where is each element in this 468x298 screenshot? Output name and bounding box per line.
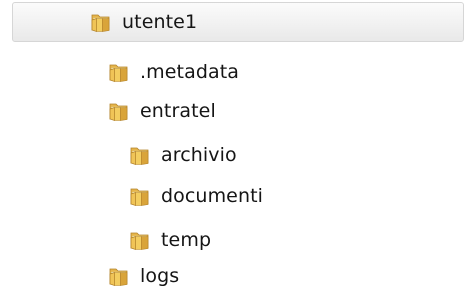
- folder-tree: utente1 .metadata entratel archivio docu…: [0, 0, 468, 298]
- tree-item-label: archivio: [161, 144, 237, 166]
- folder-icon: [108, 265, 130, 287]
- tree-item-temp[interactable]: temp: [0, 221, 211, 259]
- tree-item-label: documenti: [161, 185, 264, 207]
- folder-icon: [90, 11, 112, 33]
- folder-icon: [129, 229, 151, 251]
- tree-item-label: .metadata: [140, 61, 240, 83]
- tree-item-label: temp: [161, 229, 212, 251]
- tree-item-label: logs: [140, 265, 180, 287]
- tree-item-metadata[interactable]: .metadata: [0, 53, 239, 91]
- folder-icon: [129, 144, 151, 166]
- tree-item-entratel[interactable]: entratel: [0, 92, 216, 130]
- tree-item-label: utente1: [122, 11, 198, 33]
- tree-item-archivio[interactable]: archivio: [0, 136, 237, 174]
- tree-item-documenti[interactable]: documenti: [0, 177, 263, 215]
- tree-item-logs[interactable]: logs: [0, 257, 179, 295]
- folder-icon: [129, 185, 151, 207]
- folder-icon: [108, 61, 130, 83]
- folder-icon: [108, 100, 130, 122]
- tree-item-utente1[interactable]: utente1: [12, 2, 464, 42]
- tree-item-label: entratel: [140, 100, 216, 122]
